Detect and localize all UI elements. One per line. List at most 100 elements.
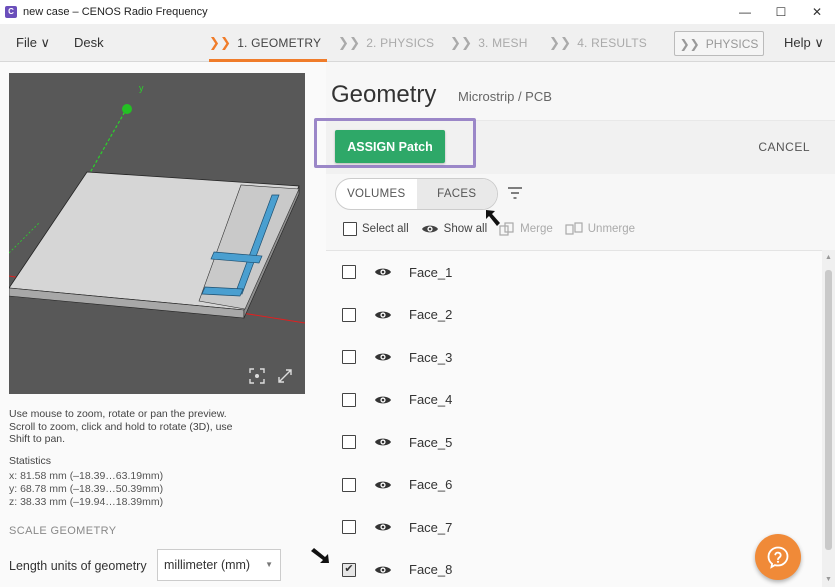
fullscreen-icon[interactable] [277,368,293,384]
chevron-right-icon: ❯❯ [549,35,572,50]
window-controls: — ☐ ✕ [727,0,835,24]
face-checkbox[interactable] [342,350,356,364]
step-mesh-label: 3. MESH [478,36,528,50]
list-item[interactable]: Face_4 [326,379,820,421]
merge-control[interactable]: Merge [499,222,553,236]
face-checkbox[interactable] [342,392,356,407]
eye-icon[interactable] [374,564,392,576]
step-physics-label: 2. PHYSICS [366,36,435,50]
volumes-tab[interactable]: VOLUMES [336,179,417,209]
chevron-right-icon: ❯❯ [338,35,361,50]
eye-icon[interactable] [374,436,392,448]
preview-help-text: Use mouse to zoom, rotate or pan the pre… [9,408,233,445]
list-item[interactable]: Face_6 [326,464,820,506]
step-results-label: 4. RESULTS [577,36,647,50]
step-mesh[interactable]: ❯❯ 3. MESH [450,24,528,62]
face-name: Face_7 [409,519,453,535]
viewport-tools [249,368,293,384]
desk-menu[interactable]: Desk [74,24,104,62]
filter-icon[interactable] [507,186,523,200]
maximize-button[interactable]: ☐ [763,0,799,24]
face-name: Face_8 [409,562,453,577]
close-button[interactable]: ✕ [799,0,835,24]
scale-geometry-title: SCALE GEOMETRY [9,525,117,537]
face-checkbox[interactable] [342,435,356,449]
chevron-right-icon: ❯❯ [679,36,700,51]
select-all-checkbox[interactable] [343,222,357,236]
face-name: Face_2 [409,307,453,322]
face-checkbox[interactable] [342,307,356,322]
eye-icon[interactable] [374,266,392,278]
chevron-right-icon: ❯❯ [209,35,232,50]
scroll-down-icon[interactable]: ▼ [825,576,832,583]
scrollbar-thumb[interactable] [825,270,832,550]
page-subtitle: Microstrip / PCB [458,89,552,104]
right-panel: Geometry Microstrip / PCB ASSIGN Patch C… [314,62,835,587]
cursor-arrow-icon [311,548,329,563]
eye-icon[interactable] [374,351,392,363]
dropdown-caret-icon: ▼ [265,560,273,569]
unmerge-control[interactable]: Unmerge [565,222,635,236]
list-item[interactable]: Face_1 [326,251,820,293]
scroll-up-icon[interactable]: ▲ [825,254,832,261]
faces-tab[interactable]: FACES [416,179,497,209]
minimize-button[interactable]: — [727,0,763,24]
pcb-model-render: y [9,83,305,324]
help-menu[interactable]: Help ∨ [784,24,824,62]
chevron-right-icon: ❯❯ [450,35,473,50]
window-titlebar: C new case – CENOS Radio Frequency — ☐ ✕ [0,0,835,24]
window-title: new case – CENOS Radio Frequency [23,6,208,18]
z-axis-line [9,222,40,254]
face-name: Face_4 [409,392,453,407]
list-item[interactable]: Face_3 [326,336,820,378]
face-name: Face_3 [409,349,453,365]
faces-list: Face_1 Face_2 Face_3 Face_4 Face_5 Face_… [326,250,835,587]
show-all-control[interactable]: Show all [421,223,487,235]
eye-icon[interactable] [374,394,392,406]
assign-patch-button[interactable]: ASSIGN Patch [335,130,445,163]
list-item[interactable]: Face_8 [326,549,820,587]
face-checkbox[interactable] [342,477,356,492]
step-geometry[interactable]: ❯❯ 1. GEOMETRY [209,24,328,62]
face-name: Face_5 [409,434,453,450]
file-menu[interactable]: File ∨ [16,24,50,62]
face-checkbox[interactable] [342,562,356,577]
app-logo-icon: C [5,6,17,18]
volumes-faces-toggle: VOLUMES FACES [335,178,498,210]
page-title: Geometry [331,81,437,108]
action-bar: ASSIGN Patch CANCEL [314,118,835,174]
eye-icon[interactable] [374,479,392,491]
select-all-control[interactable]: Select all [343,222,409,236]
stub-trace [201,286,244,297]
face-name: Face_6 [409,477,453,492]
left-panel: y Use mouse to zoom, rotate or pan the p… [0,62,326,587]
eye-icon[interactable] [374,521,392,533]
face-checkbox[interactable] [342,520,356,534]
eye-icon[interactable] [374,309,392,321]
statistics-values: x: 81.58 mm (–18.39…63.19mm) y: 68.78 mm… [9,470,164,508]
statistics-title: Statistics [9,455,52,467]
step-results[interactable]: ❯❯ 4. RESULTS [549,24,647,62]
cursor-arrow-icon [486,210,500,226]
face-checkbox[interactable] [342,265,356,279]
list-item[interactable]: Face_5 [326,421,820,463]
step-geometry-label: 1. GEOMETRY [237,36,322,50]
next-physics-button[interactable]: ❯❯ PHYSICS [674,31,764,56]
length-units-label: Length units of geometry [9,559,147,573]
unmerge-icon [565,222,583,235]
length-units-select[interactable]: millimeter (mm) ▼ [157,549,281,581]
menubar: File ∨ Desk ❯❯ 1. GEOMETRY ❯❯ 2. PHYSICS ❯… [0,24,835,62]
focus-icon[interactable] [249,368,265,384]
list-item[interactable]: Face_7 [326,506,820,548]
list-item[interactable]: Face_2 [326,294,820,336]
help-button[interactable] [755,534,801,580]
step-physics[interactable]: ❯❯ 2. PHYSICS [338,24,434,62]
3d-preview-viewport[interactable]: y [9,73,305,394]
faces-list-scrollbar[interactable]: ▲ ▼ [822,250,835,587]
cancel-button[interactable]: CANCEL [758,140,810,154]
face-name: Face_1 [409,264,453,280]
y-axis-label: y [139,83,144,93]
question-icon [767,546,789,569]
y-axis-arrow [122,104,132,114]
eye-icon [421,225,438,233]
